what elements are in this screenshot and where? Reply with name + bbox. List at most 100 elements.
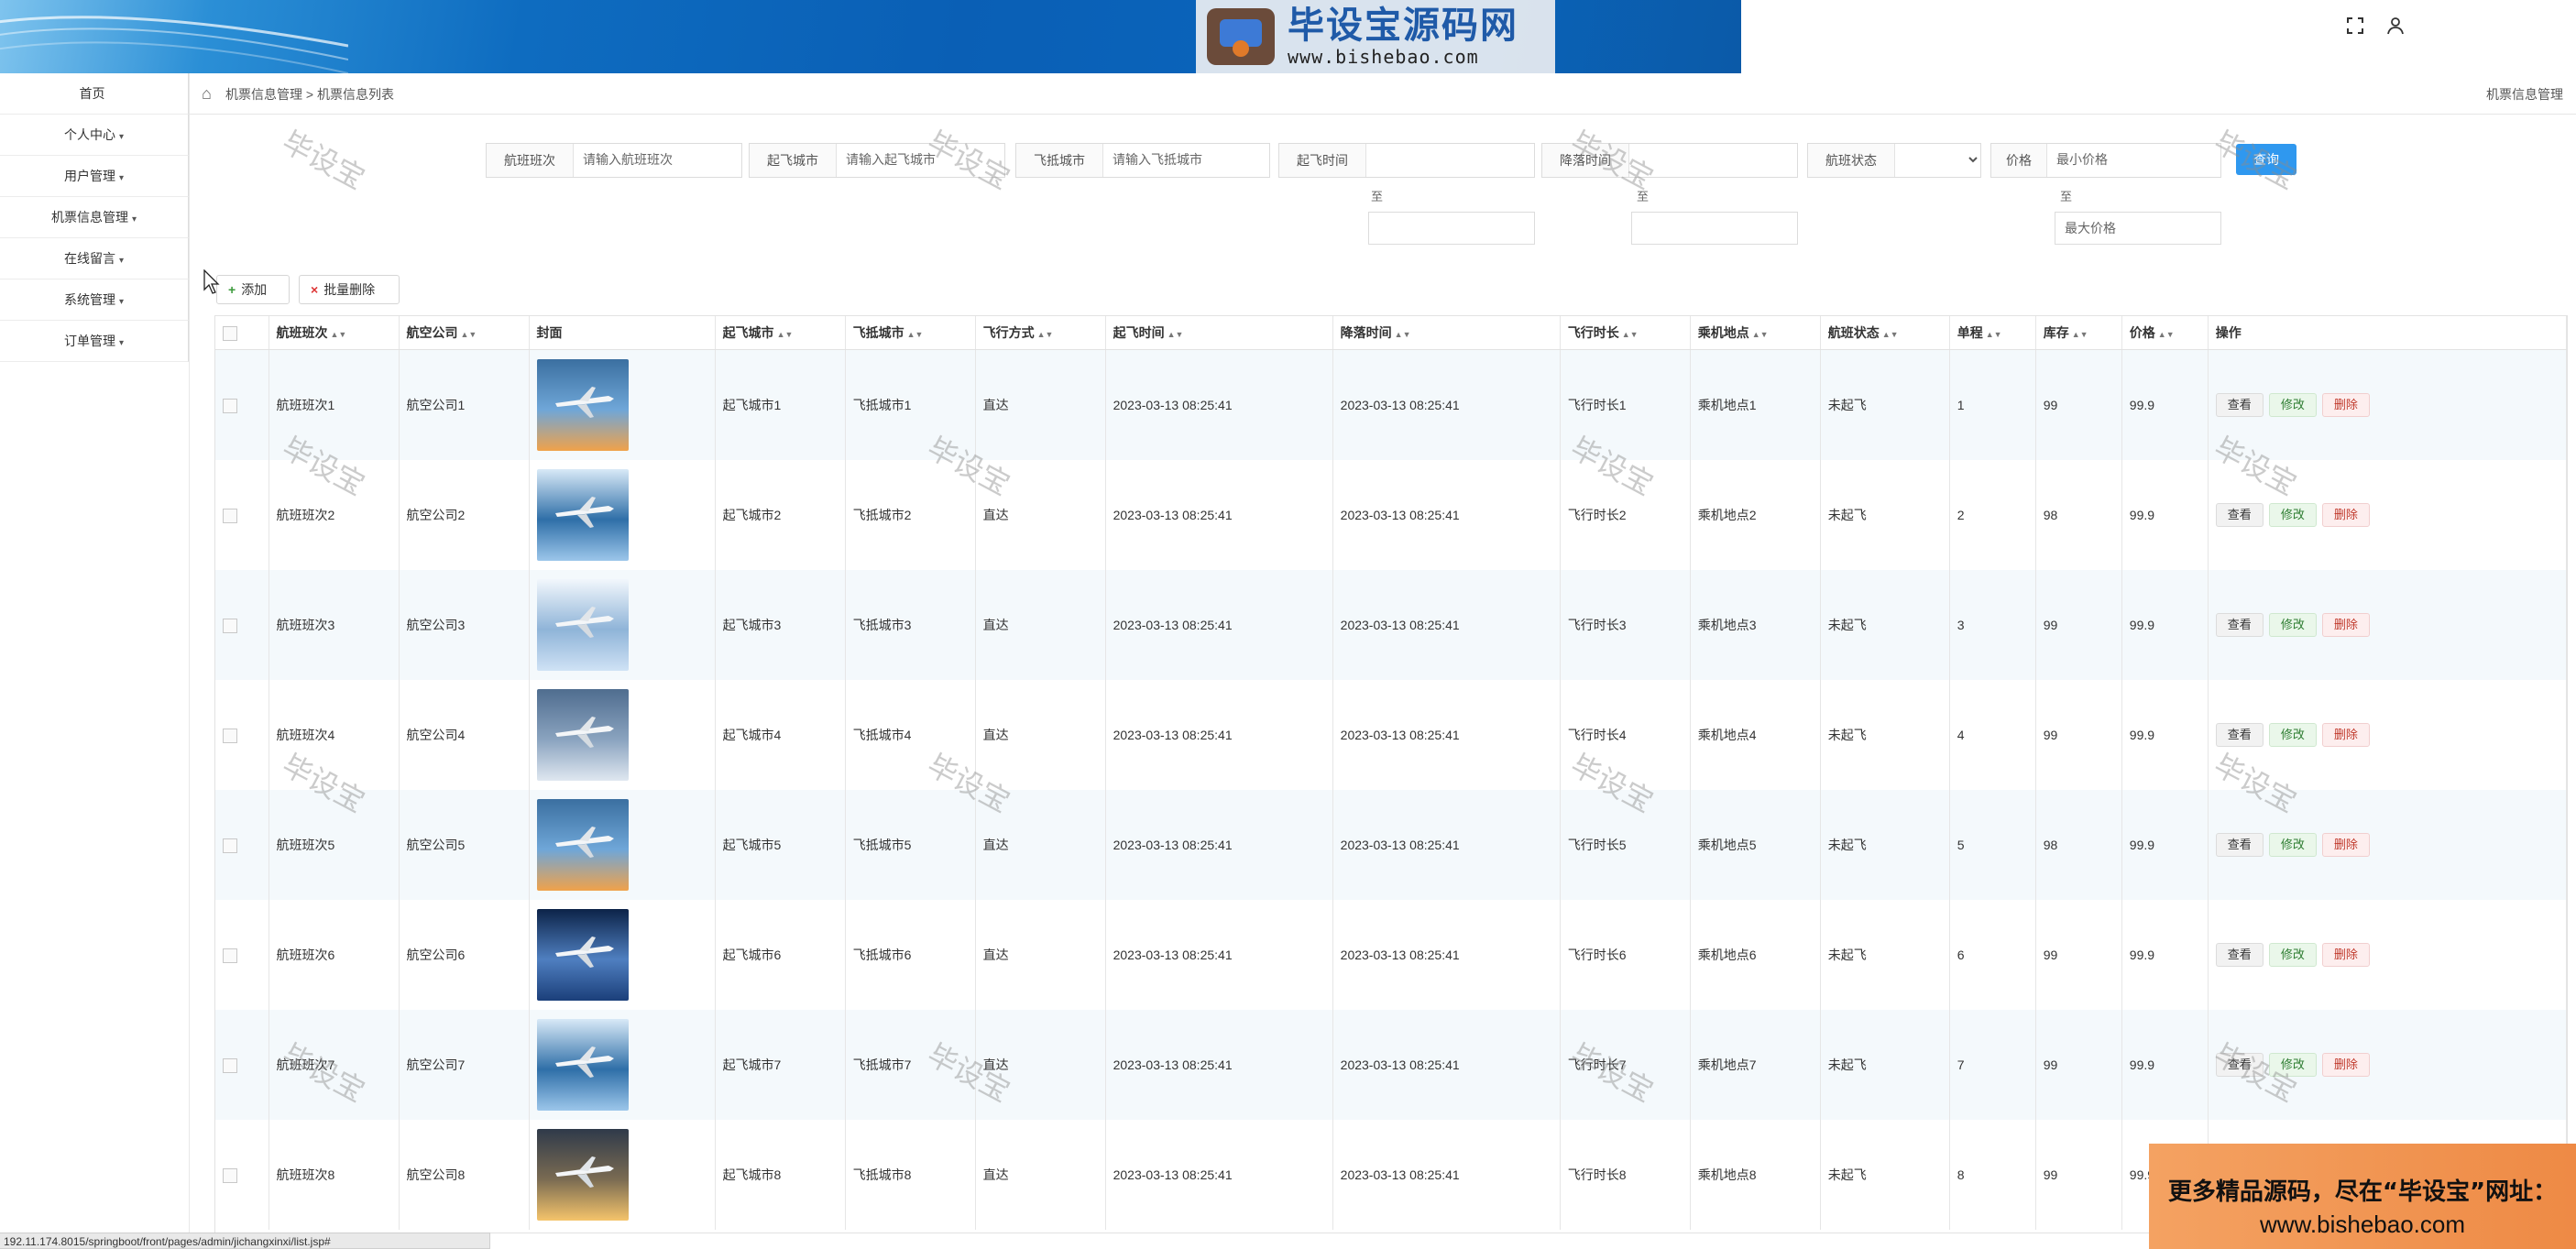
view-button[interactable]: 查看 — [2215, 833, 2264, 857]
cover-image[interactable] — [536, 909, 629, 1001]
edit-button[interactable]: 修改 — [2268, 503, 2317, 527]
view-button[interactable]: 查看 — [2215, 943, 2264, 967]
delete-button[interactable]: 删除 — [2321, 943, 2370, 967]
delete-button[interactable]: 删除 — [2321, 1053, 2370, 1077]
column-header[interactable]: 起飞时间 ▲▼ — [1105, 316, 1333, 350]
table-row: 航班班次2 航空公司2 起飞城市2 飞抵城市2 直达 2023-03-13 08:25:4… — [215, 460, 2567, 570]
sidebar-item-home[interactable]: 首页 — [0, 73, 189, 115]
cover-image[interactable] — [536, 1129, 629, 1221]
status-select[interactable] — [1895, 144, 1980, 175]
cell-to: 飞抵城市1 — [845, 349, 976, 460]
actions-cell: 查看修改删除 — [2208, 570, 2567, 680]
edit-button[interactable]: 修改 — [2268, 943, 2317, 967]
row-checkbox[interactable] — [223, 838, 237, 853]
depart-city-label: 起飞城市 — [750, 144, 837, 177]
add-button[interactable]: + 添加 — [216, 275, 290, 304]
row-checkbox[interactable] — [223, 618, 237, 633]
column-header-label: 航空公司 — [406, 325, 458, 340]
sidebar-item-users[interactable]: 用户管理 ▾ — [0, 156, 189, 197]
cell-price: 99.9 — [2121, 680, 2209, 790]
land-time-label: 降落时间 — [1542, 144, 1629, 177]
arrive-city-input[interactable] — [1103, 144, 1269, 175]
column-header[interactable]: 飞行方式 ▲▼ — [975, 316, 1106, 350]
cell-from: 起飞城市8 — [715, 1120, 846, 1230]
cover-image[interactable] — [536, 579, 629, 671]
row-checkbox[interactable] — [223, 398, 237, 413]
edit-button[interactable]: 修改 — [2268, 393, 2317, 417]
depart-city-input[interactable] — [837, 144, 1004, 175]
land-time-start-input[interactable] — [1629, 144, 1797, 175]
column-header[interactable]: 单程 ▲▼ — [1949, 316, 2036, 350]
cover-image[interactable] — [536, 1019, 629, 1111]
cover-image[interactable] — [536, 799, 629, 891]
delete-button[interactable]: 删除 — [2321, 613, 2370, 637]
cover-cell — [529, 680, 716, 790]
promo-banner[interactable]: 更多精品源码，尽在“毕设宝”网址： www.bishebao.com — [2149, 1144, 2576, 1249]
sidebar-item-label: 系统管理 — [63, 292, 115, 307]
row-checkbox[interactable] — [223, 1167, 237, 1183]
cover-image[interactable] — [536, 469, 629, 561]
column-header[interactable]: 航班班次 ▲▼ — [269, 316, 400, 350]
row-checkbox[interactable] — [223, 508, 237, 523]
edit-button[interactable]: 修改 — [2268, 1053, 2317, 1077]
sidebar-item-messages[interactable]: 在线留言 ▾ — [0, 238, 189, 279]
cover-cell — [529, 790, 716, 900]
view-button[interactable]: 查看 — [2215, 613, 2264, 637]
sidebar-item-orders[interactable]: 订单管理 ▾ — [0, 321, 189, 362]
cell-depart: 2023-03-13 08:25:41 — [1105, 349, 1333, 460]
cell-single: 1 — [1949, 349, 2036, 460]
cell-status: 未起飞 — [1820, 570, 1950, 680]
sidebar-item-system[interactable]: 系统管理 ▾ — [0, 279, 189, 321]
cell-gate: 乘机地点7 — [1690, 1010, 1821, 1120]
cell-land: 2023-03-13 08:25:41 — [1332, 680, 1561, 790]
column-header[interactable]: 降落时间 ▲▼ — [1332, 316, 1561, 350]
price-filter: 价格 — [1990, 143, 2221, 178]
row-checkbox[interactable] — [223, 728, 237, 743]
delete-button[interactable]: 删除 — [2321, 393, 2370, 417]
column-header[interactable]: 飞行时长 ▲▼ — [1560, 316, 1691, 350]
column-header[interactable]: 库存 ▲▼ — [2035, 316, 2122, 350]
expand-icon[interactable] — [2342, 13, 2368, 38]
cover-image[interactable] — [536, 359, 629, 451]
depart-time-end-input[interactable] — [1368, 212, 1535, 245]
land-time-end-input[interactable] — [1631, 212, 1798, 245]
search-button[interactable]: 查询 — [2236, 144, 2296, 175]
edit-button[interactable]: 修改 — [2268, 833, 2317, 857]
user-icon[interactable] — [2383, 13, 2408, 38]
logo-badge-icon — [1207, 8, 1275, 65]
sort-icon: ▲▼ — [1621, 330, 1639, 339]
delete-button[interactable]: 删除 — [2321, 833, 2370, 857]
price-max-input[interactable] — [2055, 212, 2221, 245]
column-header[interactable]: 价格 ▲▼ — [2121, 316, 2209, 350]
edit-button[interactable]: 修改 — [2268, 723, 2317, 747]
delete-button[interactable]: 删除 — [2321, 723, 2370, 747]
sidebar-item-tickets[interactable]: 机票信息管理 ▾ — [0, 197, 189, 238]
depart-time-start-input[interactable] — [1366, 144, 1534, 175]
price-min-input[interactable] — [2047, 144, 2220, 175]
cell-gate: 乘机地点1 — [1690, 349, 1821, 460]
row-select-cell — [215, 790, 269, 900]
column-header[interactable]: 起飞城市 ▲▼ — [715, 316, 846, 350]
column-header[interactable]: 航班状态 ▲▼ — [1820, 316, 1950, 350]
row-select-cell — [215, 1120, 269, 1230]
sidebar-item-label: 首页 — [79, 86, 105, 101]
cover-image[interactable] — [536, 689, 629, 781]
column-header[interactable]: 飞抵城市 ▲▼ — [845, 316, 976, 350]
view-button[interactable]: 查看 — [2215, 393, 2264, 417]
row-checkbox[interactable] — [223, 1057, 237, 1073]
select-all-checkbox[interactable] — [223, 325, 237, 341]
cell-single: 6 — [1949, 900, 2036, 1010]
delete-button[interactable]: 删除 — [2321, 503, 2370, 527]
sidebar-item-profile[interactable]: 个人中心 ▾ — [0, 115, 189, 156]
edit-button[interactable]: 修改 — [2268, 613, 2317, 637]
column-header[interactable]: 航空公司 ▲▼ — [399, 316, 530, 350]
view-button[interactable]: 查看 — [2215, 1053, 2264, 1077]
batch-delete-button[interactable]: × 批量删除 — [299, 275, 400, 304]
home-icon[interactable]: ⌂ — [202, 84, 212, 104]
flight-no-input[interactable] — [574, 144, 741, 175]
view-button[interactable]: 查看 — [2215, 723, 2264, 747]
cell-depart: 2023-03-13 08:25:41 — [1105, 460, 1333, 570]
row-checkbox[interactable] — [223, 948, 237, 963]
column-header[interactable]: 乘机地点 ▲▼ — [1690, 316, 1821, 350]
view-button[interactable]: 查看 — [2215, 503, 2264, 527]
